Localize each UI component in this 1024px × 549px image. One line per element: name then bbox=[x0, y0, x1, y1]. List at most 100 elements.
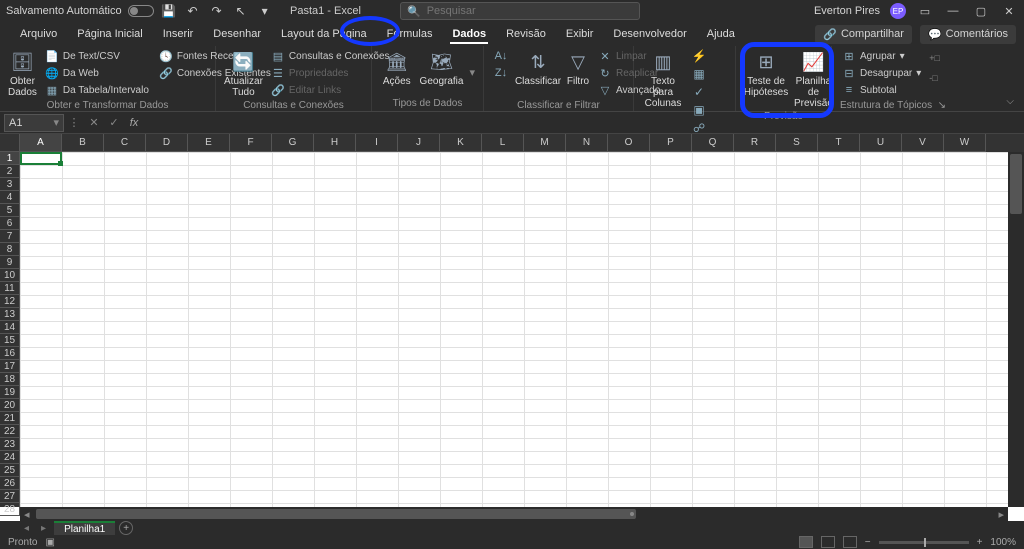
da-web[interactable]: 🌐Da Web bbox=[43, 65, 151, 81]
row-header[interactable]: 19 bbox=[0, 386, 20, 399]
row-header[interactable]: 7 bbox=[0, 230, 20, 243]
tab-layout[interactable]: Layout da Página bbox=[271, 24, 377, 44]
zoom-out-icon[interactable]: − bbox=[865, 537, 871, 548]
col-header[interactable]: K bbox=[440, 134, 482, 152]
col-header[interactable]: B bbox=[62, 134, 104, 152]
filtro-button[interactable]: ▽ Filtro bbox=[566, 48, 590, 87]
share-button[interactable]: 🔗 Compartilhar bbox=[815, 25, 912, 44]
col-header[interactable]: W bbox=[944, 134, 986, 152]
row-header[interactable]: 14 bbox=[0, 321, 20, 334]
col-header[interactable]: P bbox=[650, 134, 692, 152]
zoom-value[interactable]: 100% bbox=[990, 537, 1016, 548]
redo-icon[interactable]: ↷ bbox=[208, 2, 226, 20]
cells-area[interactable] bbox=[20, 152, 1008, 507]
col-header[interactable]: E bbox=[188, 134, 230, 152]
row-header[interactable]: 16 bbox=[0, 347, 20, 360]
tab-revisao[interactable]: Revisão bbox=[496, 24, 556, 44]
tab-desenvolvedor[interactable]: Desenvolvedor bbox=[603, 24, 696, 44]
row-header[interactable]: 5 bbox=[0, 204, 20, 217]
tab-inserir[interactable]: Inserir bbox=[153, 24, 204, 44]
search-input[interactable] bbox=[427, 5, 633, 17]
row-header[interactable]: 28 bbox=[0, 503, 20, 516]
sheet-tab[interactable]: Planilha1 bbox=[54, 521, 115, 536]
tab-pagina-inicial[interactable]: Página Inicial bbox=[67, 24, 152, 44]
search-box[interactable]: 🔍 bbox=[400, 2, 640, 20]
row-header[interactable]: 4 bbox=[0, 191, 20, 204]
row-header[interactable]: 6 bbox=[0, 217, 20, 230]
col-header[interactable]: I bbox=[356, 134, 398, 152]
row-header[interactable]: 3 bbox=[0, 178, 20, 191]
planilha-previsao-button[interactable]: 📈 Planilha de Previsão bbox=[794, 48, 833, 109]
view-break-icon[interactable] bbox=[843, 536, 857, 548]
tab-dados[interactable]: Dados bbox=[442, 24, 496, 44]
col-header[interactable]: V bbox=[902, 134, 944, 152]
cursor-icon[interactable]: ↖ bbox=[232, 2, 250, 20]
row-header[interactable]: 12 bbox=[0, 295, 20, 308]
horizontal-scrollbar[interactable]: ◂ ▸ bbox=[20, 507, 1008, 521]
row-header[interactable]: 18 bbox=[0, 373, 20, 386]
row-header[interactable]: 10 bbox=[0, 269, 20, 282]
avatar[interactable]: EP bbox=[890, 3, 906, 19]
view-layout-icon[interactable] bbox=[821, 536, 835, 548]
row-header[interactable]: 21 bbox=[0, 412, 20, 425]
name-dropdown-icon[interactable]: ⋮ bbox=[64, 116, 84, 129]
row-header[interactable]: 1 bbox=[0, 152, 20, 165]
row-header[interactable]: 26 bbox=[0, 477, 20, 490]
col-header[interactable]: R bbox=[734, 134, 776, 152]
col-header[interactable]: T bbox=[818, 134, 860, 152]
flash-fill-icon[interactable]: ⚡ bbox=[690, 48, 708, 64]
row-header[interactable]: 8 bbox=[0, 243, 20, 256]
overflow-icon[interactable]: ▾ bbox=[469, 66, 475, 79]
view-normal-icon[interactable] bbox=[799, 536, 813, 548]
zoom-in-icon[interactable]: + bbox=[977, 537, 983, 548]
desagrupar[interactable]: ⊟Desagrupar ▾ bbox=[840, 65, 923, 81]
col-header[interactable]: O bbox=[608, 134, 650, 152]
subtotal[interactable]: ≡Subtotal bbox=[840, 82, 923, 98]
sheet-nav-prev[interactable]: ◂ bbox=[20, 523, 33, 534]
row-header[interactable]: 2 bbox=[0, 165, 20, 178]
name-box[interactable]: A1▾ bbox=[4, 114, 64, 132]
comments-button[interactable]: 💬 Comentários bbox=[920, 25, 1016, 44]
close-icon[interactable]: ✕ bbox=[1000, 2, 1018, 20]
row-header[interactable]: 20 bbox=[0, 399, 20, 412]
sort-az-button[interactable]: A↓ bbox=[492, 48, 510, 64]
obter-dados-button[interactable]: 🗄 Obter Dados bbox=[8, 48, 37, 98]
col-header[interactable]: F bbox=[230, 134, 272, 152]
sort-za-button[interactable]: Z↓ bbox=[492, 65, 510, 81]
consolidate-icon[interactable]: ▣ bbox=[690, 102, 708, 118]
teste-hipoteses-button[interactable]: ⊞ Teste de Hipóteses bbox=[744, 48, 788, 98]
tab-exibir[interactable]: Exibir bbox=[556, 24, 604, 44]
col-header[interactable]: H bbox=[314, 134, 356, 152]
classificar-button[interactable]: ⇅ Classificar bbox=[516, 48, 560, 87]
vertical-scrollbar[interactable] bbox=[1008, 152, 1024, 507]
atualizar-tudo-button[interactable]: 🔄 Atualizar Tudo bbox=[224, 48, 263, 98]
col-header[interactable]: U bbox=[860, 134, 902, 152]
collapse-ribbon-icon[interactable]: ⌵ bbox=[1006, 96, 1018, 107]
active-cell[interactable] bbox=[20, 152, 62, 165]
ribbon-display-icon[interactable]: ▭ bbox=[916, 2, 934, 20]
de-text-csv[interactable]: 📄De Text/CSV bbox=[43, 48, 151, 64]
agrupar[interactable]: ⊞Agrupar ▾ bbox=[840, 48, 923, 64]
col-header[interactable]: S bbox=[776, 134, 818, 152]
row-header[interactable]: 13 bbox=[0, 308, 20, 321]
worksheet-grid[interactable]: ABCDEFGHIJKLMNOPQRSTUVW 1234567891011121… bbox=[0, 134, 1024, 521]
hide-detail-icon[interactable]: -□ bbox=[929, 73, 940, 83]
row-header[interactable]: 27 bbox=[0, 490, 20, 503]
row-header[interactable]: 23 bbox=[0, 438, 20, 451]
row-header[interactable]: 15 bbox=[0, 334, 20, 347]
texto-colunas-button[interactable]: ▥ Texto para Colunas bbox=[642, 48, 684, 109]
tab-desenhar[interactable]: Desenhar bbox=[203, 24, 271, 44]
da-tabela[interactable]: ▦Da Tabela/Intervalo bbox=[43, 82, 151, 98]
minimize-icon[interactable]: — bbox=[944, 2, 962, 20]
qat-dropdown-icon[interactable]: ▾ bbox=[256, 2, 274, 20]
col-header[interactable]: G bbox=[272, 134, 314, 152]
fx-icon[interactable]: fx bbox=[124, 117, 144, 129]
save-icon[interactable]: 💾 bbox=[160, 2, 178, 20]
row-header[interactable]: 17 bbox=[0, 360, 20, 373]
undo-icon[interactable]: ↶ bbox=[184, 2, 202, 20]
zoom-slider[interactable] bbox=[879, 541, 969, 544]
col-header[interactable]: D bbox=[146, 134, 188, 152]
remove-dup-icon[interactable]: ▦ bbox=[690, 66, 708, 82]
autosave-toggle[interactable] bbox=[128, 5, 154, 17]
tab-ajuda[interactable]: Ajuda bbox=[697, 24, 745, 44]
